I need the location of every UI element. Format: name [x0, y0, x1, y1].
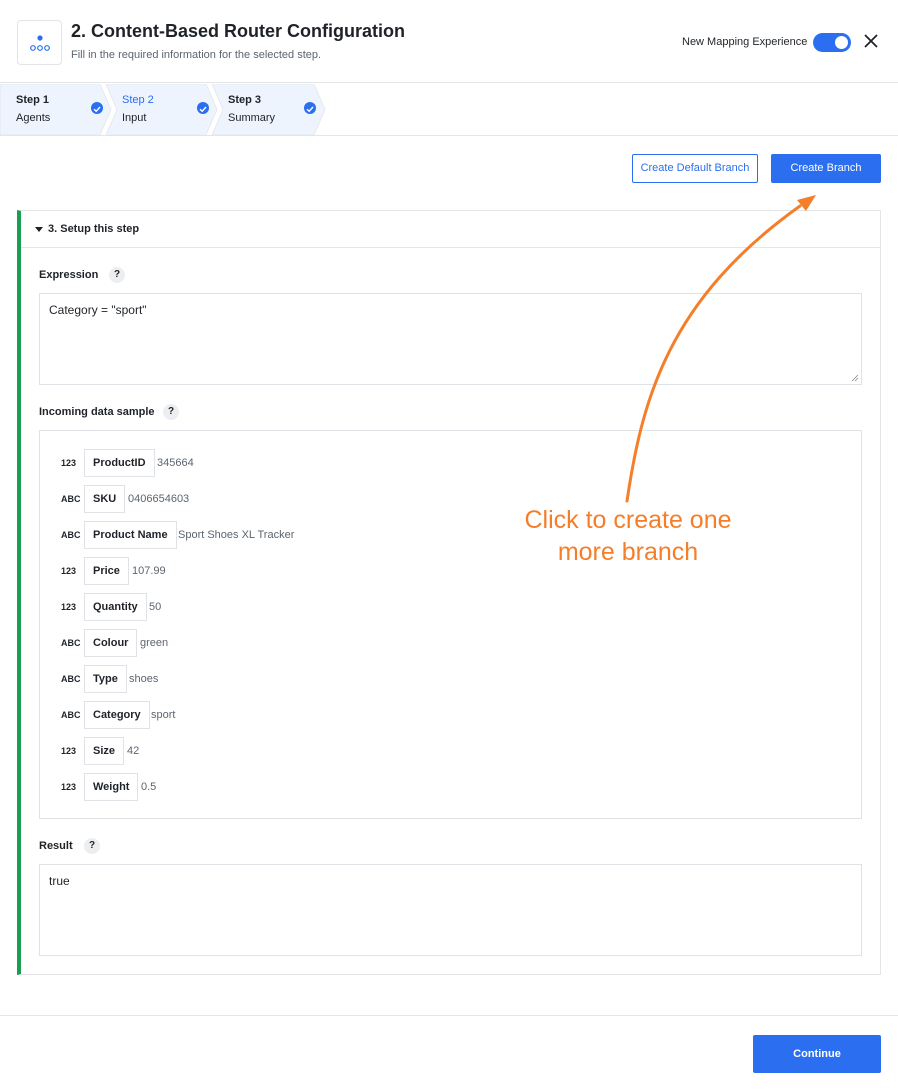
type-badge: ABC [61, 494, 81, 504]
annotation-callout: Click to create one more branch [490, 504, 766, 568]
step-input[interactable]: Step 2 Input [106, 84, 218, 135]
step-number: Step 2 [122, 94, 154, 106]
section-title: 3. Setup this step [48, 223, 140, 235]
modal-footer: Continue [0, 1015, 898, 1091]
type-badge: ABC [61, 530, 81, 540]
caret-down-icon[interactable] [35, 227, 43, 232]
stepper: Step 1 Agents Step 2 Input Step 3 Summar… [0, 84, 898, 136]
mapping-toggle-label: New Mapping Experience [682, 36, 808, 48]
setup-step-panel: 3. Setup this step Expression ? Category… [17, 210, 881, 975]
modal-header: 2. Content-Based Router Configuration Fi… [0, 0, 898, 83]
section-header[interactable]: 3. Setup this step [21, 211, 880, 248]
expression-input[interactable]: Category = "sport" [39, 293, 862, 385]
field-value: 50 [149, 601, 162, 613]
check-icon [197, 102, 209, 114]
result-value: true [49, 874, 70, 888]
router-icon [17, 20, 62, 65]
field-key[interactable]: Price [84, 557, 129, 585]
step-number: Step 1 [16, 94, 50, 106]
step-label: Summary [228, 112, 276, 124]
step-summary[interactable]: Step 3 Summary [212, 84, 326, 135]
type-badge: 123 [61, 782, 77, 792]
field-key[interactable]: Quantity [84, 593, 147, 621]
field-value: 345664 [157, 457, 194, 469]
check-icon [91, 102, 103, 114]
result-label: Result [39, 840, 73, 852]
field-key[interactable]: Colour [84, 629, 138, 657]
page-subtitle: Fill in the required information for the… [71, 49, 322, 61]
field-value: shoes [129, 673, 159, 685]
type-badge: ABC [61, 710, 81, 720]
field-value: 107.99 [132, 565, 166, 577]
field-key[interactable]: Category [84, 701, 150, 729]
type-badge: 123 [61, 602, 77, 612]
field-key[interactable]: Size [84, 737, 125, 765]
check-icon [304, 102, 316, 114]
help-icon[interactable]: ? [84, 838, 100, 854]
type-badge: 123 [61, 746, 77, 756]
field-value: sport [151, 709, 176, 721]
type-badge: ABC [61, 674, 81, 684]
field-key[interactable]: Type [84, 665, 127, 693]
field-key[interactable]: Weight [84, 773, 139, 801]
result-output[interactable]: true [39, 864, 862, 956]
close-icon[interactable] [860, 30, 882, 52]
field-key[interactable]: ProductID [84, 449, 155, 477]
type-badge: 123 [61, 566, 77, 576]
page-title: 2. Content-Based Router Configuration [71, 21, 405, 41]
annotation-line: Click to create one [524, 506, 732, 534]
incoming-data-label: Incoming data sample [39, 406, 155, 418]
type-badge: 123 [61, 458, 77, 468]
field-value: 42 [127, 745, 140, 757]
field-key[interactable]: SKU [84, 485, 126, 513]
step-label: Agents [16, 112, 51, 124]
field-value: Sport Shoes XL Tracker [178, 529, 295, 541]
field-value: green [140, 637, 169, 649]
field-value: 0406654603 [128, 493, 190, 505]
help-icon[interactable]: ? [163, 404, 179, 420]
annotation-line: more branch [557, 538, 699, 566]
field-key[interactable]: Product Name [84, 521, 177, 549]
type-badge: ABC [61, 638, 81, 648]
mapping-experience-toggle[interactable] [813, 33, 851, 52]
help-icon[interactable]: ? [109, 267, 125, 283]
toggle-knob [835, 36, 848, 49]
step-agents[interactable]: Step 1 Agents [0, 84, 112, 135]
resize-handle-icon[interactable] [851, 374, 859, 382]
expression-label: Expression [39, 269, 99, 281]
step-label: Input [122, 112, 147, 124]
step-number: Step 3 [228, 94, 262, 106]
expression-value: Category = "sport" [49, 303, 147, 317]
create-branch-button[interactable]: Create Branch [771, 154, 881, 183]
create-default-branch-button[interactable]: Create Default Branch [632, 154, 758, 183]
incoming-data-sample: 123 ProductID 345664 ABC SKU 0406654603 … [39, 430, 862, 819]
field-value: 0.5 [141, 781, 157, 793]
continue-button[interactable]: Continue [753, 1035, 881, 1073]
